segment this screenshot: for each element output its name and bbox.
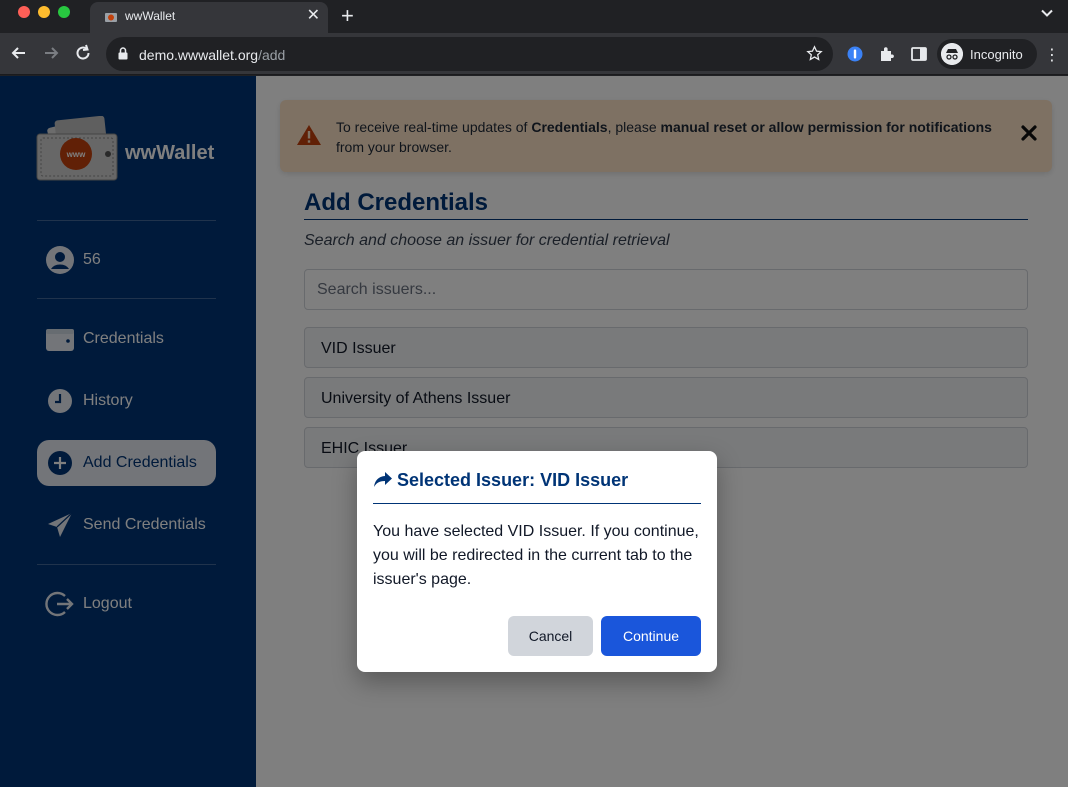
bookmark-star-icon[interactable] (806, 45, 823, 62)
browser-toolbar: demo.wwwallet.org/add Incognito ⋮ (0, 33, 1068, 75)
dialog-divider (373, 503, 701, 504)
tab-title: wwWallet (125, 9, 176, 23)
address-bar[interactable]: demo.wwwallet.org/add (106, 37, 833, 71)
cancel-button[interactable]: Cancel (508, 616, 593, 656)
side-panel-icon[interactable] (910, 45, 928, 63)
wallet-favicon-icon (105, 13, 117, 22)
dialog-message: You have selected VID Issuer. If you con… (373, 523, 699, 588)
share-arrow-icon (374, 472, 392, 487)
forward-arrow-icon[interactable] (41, 43, 61, 63)
wallet-app: www wwWallet 56 Credentials (0, 76, 1068, 787)
modal-backdrop[interactable] (0, 76, 1068, 787)
tab-close-icon[interactable]: ✕ (307, 7, 320, 25)
incognito-profile-button[interactable]: Incognito (937, 39, 1037, 69)
new-tab-icon[interactable]: + (341, 3, 354, 29)
continue-button[interactable]: Continue (601, 616, 701, 656)
lock-icon (118, 47, 128, 60)
maximize-window-button[interactable] (58, 6, 70, 18)
browser-tab[interactable]: wwWallet ✕ (90, 2, 328, 33)
browser-menu-icon[interactable]: ⋮ (1044, 45, 1060, 65)
close-window-button[interactable] (18, 6, 30, 18)
reload-icon[interactable] (73, 43, 93, 63)
chevron-down-icon[interactable] (1040, 6, 1054, 20)
minimize-window-button[interactable] (38, 6, 50, 18)
url-text: demo.wwwallet.org/add (139, 47, 286, 63)
browser-tab-bar: wwWallet ✕ + (0, 0, 1068, 33)
dialog-title: Selected Issuer: VID Issuer (397, 470, 629, 490)
extensions-puzzle-icon[interactable] (878, 45, 896, 63)
selected-issuer-dialog: Selected Issuer: VID Issuer You have sel… (357, 451, 717, 672)
incognito-label: Incognito (970, 47, 1023, 62)
password-manager-extension-icon[interactable] (846, 45, 864, 63)
incognito-icon (941, 43, 963, 65)
back-arrow-icon[interactable] (9, 43, 29, 63)
